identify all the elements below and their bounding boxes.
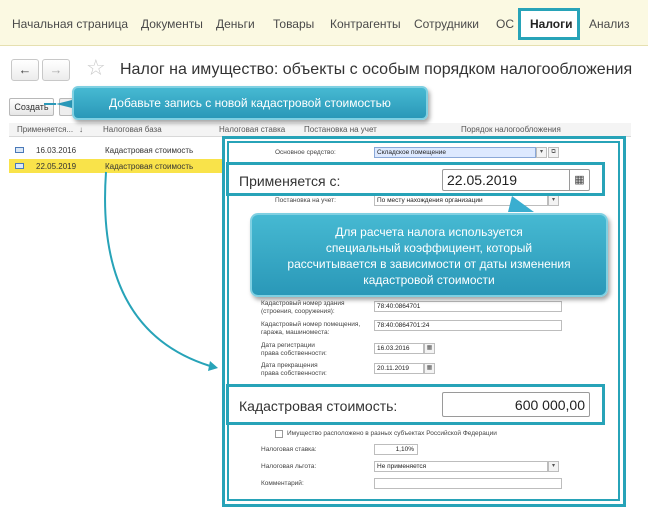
coefficient-text-line4: кадастровой стоимости xyxy=(363,273,495,287)
calendar-icon[interactable]: ▦ xyxy=(569,170,589,190)
callout-pointer xyxy=(56,100,72,108)
coefficient-callout-pointer xyxy=(508,196,534,212)
coefficient-text-line3: рассчитывается в зависимости от даты изм… xyxy=(287,257,571,271)
applies-from-label: Применяется с: xyxy=(239,173,341,189)
cadastral-value-label: Кадастровая стоимость: xyxy=(239,398,398,414)
coefficient-text-line2: специальный коэффициент, который xyxy=(325,241,533,255)
cadastral-value-field[interactable]: 600 000,00 xyxy=(442,392,590,417)
add-record-callout: Добавьте запись с новой кадастровой стои… xyxy=(72,86,428,120)
cadastral-value: 600 000,00 xyxy=(514,397,585,413)
curve-arrow-line xyxy=(104,171,211,367)
applies-from-field[interactable]: 22.05.2019 ▦ xyxy=(442,169,590,191)
applies-from-value: 22.05.2019 xyxy=(447,172,518,188)
curve-arrow-head xyxy=(208,361,218,371)
cadastral-value-zoom: Кадастровая стоимость: 600 000,00 xyxy=(226,384,605,425)
coefficient-text-line1: Для расчета налога используется xyxy=(335,225,523,239)
coefficient-callout: Для расчета налога используется специаль… xyxy=(250,213,608,297)
applies-from-zoom: Применяется с: 22.05.2019 ▦ xyxy=(226,162,605,196)
add-record-callout-text: Добавьте запись с новой кадастровой стои… xyxy=(109,96,391,110)
